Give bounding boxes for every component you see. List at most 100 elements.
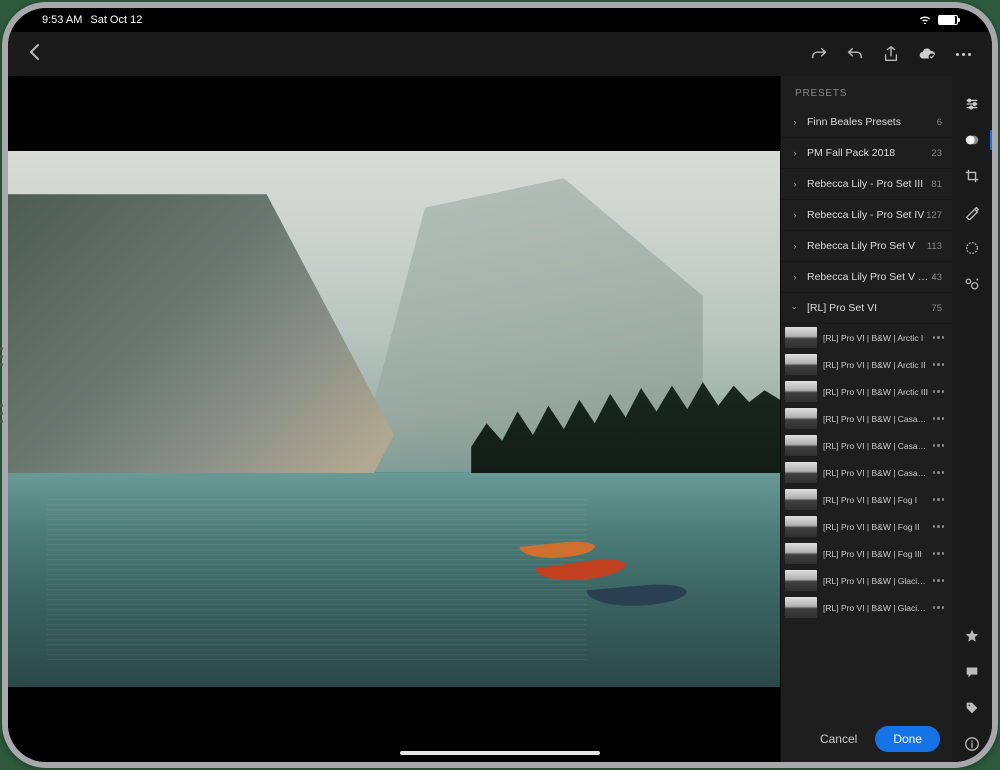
preset-more-icon[interactable] (933, 579, 947, 582)
preset-group-finn-beales[interactable]: › Finn Beales Presets 6 (781, 107, 952, 138)
preset-more-icon[interactable] (933, 390, 947, 393)
group-name: Rebecca Lily - Pro Set IV (801, 209, 926, 221)
preset-more-icon[interactable] (933, 552, 947, 555)
presets-tool[interactable] (952, 122, 992, 158)
preset-item[interactable]: [RL] Pro VI | B&W | Fog I (781, 486, 952, 513)
chevron-right-icon: › (789, 148, 801, 158)
healing-brush-tool[interactable] (952, 194, 992, 230)
wifi-icon (918, 14, 932, 27)
preset-group-rl-pro-set-5[interactable]: › Rebecca Lily Pro Set V 113 (781, 231, 952, 262)
preset-group-rl-pro-set-6[interactable]: › [RL] Pro Set VI 75 (781, 293, 952, 324)
preset-name: [RL] Pro VI | B&W | Arctic III (817, 387, 933, 397)
preset-thumbnail (785, 327, 817, 348)
done-button[interactable]: Done (875, 726, 940, 752)
preset-name: [RL] Pro VI | B&W | Casabl… (817, 441, 933, 451)
group-name: [RL] Pro Set VI (801, 302, 931, 314)
status-time: 9:53 AM (42, 14, 82, 26)
battery-icon (938, 15, 958, 25)
home-indicator[interactable] (400, 751, 600, 755)
cloud-sync-icon[interactable] (918, 45, 936, 63)
preset-name: [RL] Pro VI | B&W | Glacier I (817, 576, 933, 586)
preset-thumbnail (785, 435, 817, 456)
group-name: PM Fall Pack 2018 (801, 147, 931, 159)
preset-group-rl-pro-set-4[interactable]: › Rebecca Lily - Pro Set IV 127 (781, 200, 952, 231)
preset-item[interactable]: [RL] Pro VI | B&W | Fog II (781, 513, 952, 540)
panel-title: PRESETS (781, 76, 952, 107)
preset-item[interactable]: [RL] Pro VI | B&W | Glacier I (781, 567, 952, 594)
panel-footer: Cancel Done (781, 716, 952, 762)
preset-more-icon[interactable] (933, 606, 947, 609)
crop-tool[interactable] (952, 158, 992, 194)
info-tool[interactable] (952, 726, 992, 762)
preset-thumbnail (785, 462, 817, 483)
speaker-holes (0, 347, 3, 423)
preset-name: [RL] Pro VI | B&W | Fog I (817, 495, 933, 505)
more-button[interactable] (954, 45, 972, 63)
preset-group-pm-fall-pack[interactable]: › PM Fall Pack 2018 23 (781, 138, 952, 169)
preset-item[interactable]: [RL] Pro VI | B&W | Casabl… (781, 432, 952, 459)
preset-item[interactable]: [RL] Pro VI | B&W | Fog III (781, 540, 952, 567)
chevron-right-icon: › (789, 241, 801, 251)
preset-item[interactable]: [RL] Pro VI | B&W | Arctic II (781, 351, 952, 378)
preset-name: [RL] Pro VI | B&W | Glacier II (817, 603, 933, 613)
group-count: 75 (931, 303, 942, 314)
group-count: 113 (927, 241, 942, 252)
edit-sliders-tool[interactable] (952, 86, 992, 122)
preset-name: [RL] Pro VI | B&W | Fog II (817, 522, 933, 532)
group-count: 23 (931, 148, 942, 159)
preset-name: [RL] Pro VI | B&W | Arctic I (817, 333, 933, 343)
chevron-right-icon: › (789, 210, 801, 220)
ipad-device-frame: 9:53 AM Sat Oct 12 (2, 2, 998, 768)
group-count: 6 (937, 117, 942, 128)
group-count: 127 (926, 210, 942, 221)
preset-more-icon[interactable] (933, 498, 947, 501)
group-name: Finn Beales Presets (801, 116, 937, 128)
preset-item[interactable]: [RL] Pro VI | B&W | Casabl… (781, 459, 952, 486)
share-button[interactable] (882, 45, 900, 63)
preset-item[interactable]: [RL] Pro VI | B&W | Glacier II (781, 594, 952, 621)
preset-group-rl-pro-set-3[interactable]: › Rebecca Lily - Pro Set III 81 (781, 169, 952, 200)
comments-tool[interactable] (952, 654, 992, 690)
screen: 9:53 AM Sat Oct 12 (8, 8, 992, 762)
group-name: Rebecca Lily Pro Set V (801, 240, 927, 252)
photo-viewport[interactable] (8, 76, 780, 762)
undo-button[interactable] (846, 45, 864, 63)
preset-item[interactable]: [RL] Pro VI | B&W | Arctic I (781, 324, 952, 351)
chevron-right-icon: › (789, 179, 801, 189)
preset-more-icon[interactable] (933, 471, 947, 474)
preset-name: [RL] Pro VI | B&W | Casabl… (817, 468, 933, 478)
masking-tool[interactable] (952, 230, 992, 266)
keywords-tool[interactable] (952, 690, 992, 726)
preset-item[interactable]: [RL] Pro VI | B&W | Arctic III (781, 378, 952, 405)
preset-more-icon[interactable] (933, 363, 947, 366)
back-button[interactable] (28, 43, 40, 66)
group-name: Rebecca Lily - Pro Set III (801, 178, 931, 190)
preset-group-rl-pro-set-5-tools[interactable]: › Rebecca Lily Pro Set V Tools 43 (781, 262, 952, 293)
lightroom-app: PRESETS › Finn Beales Presets 6 › PM Fal… (8, 32, 992, 762)
rate-star-tool[interactable] (952, 618, 992, 654)
status-date: Sat Oct 12 (90, 14, 142, 26)
preset-more-icon[interactable] (933, 444, 947, 447)
preset-item[interactable]: [RL] Pro VI | B&W | Casabl… (781, 405, 952, 432)
redo-button[interactable] (810, 45, 828, 63)
preset-thumbnail (785, 408, 817, 429)
selective-edit-tool[interactable] (952, 266, 992, 302)
chevron-right-icon: › (789, 117, 801, 127)
preset-list[interactable]: [RL] Pro VI | B&W | Arctic I [RL] Pro VI… (781, 324, 952, 716)
presets-panel: PRESETS › Finn Beales Presets 6 › PM Fal… (780, 76, 952, 762)
preset-thumbnail (785, 489, 817, 510)
preset-thumbnail (785, 543, 817, 564)
preset-thumbnail (785, 597, 817, 618)
preset-thumbnail (785, 381, 817, 402)
preset-name: [RL] Pro VI | B&W | Fog III (817, 549, 933, 559)
preset-more-icon[interactable] (933, 525, 947, 528)
edited-photo (8, 151, 780, 686)
top-bar (8, 32, 992, 76)
preset-name: [RL] Pro VI | B&W | Casabl… (817, 414, 933, 424)
preset-more-icon[interactable] (933, 336, 947, 339)
preset-thumbnail (785, 570, 817, 591)
preset-more-icon[interactable] (933, 417, 947, 420)
preset-name: [RL] Pro VI | B&W | Arctic II (817, 360, 933, 370)
group-count: 43 (931, 272, 942, 283)
cancel-button[interactable]: Cancel (812, 726, 865, 752)
